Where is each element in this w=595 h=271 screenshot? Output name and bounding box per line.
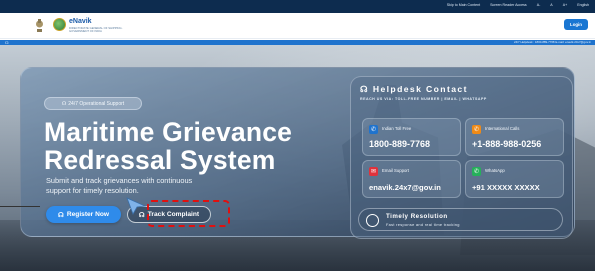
support-badge-label: 24/7 Operational Support [68, 100, 125, 107]
headset-icon: ☊ [61, 100, 67, 107]
tile-label: Indian Toll Free [382, 126, 412, 131]
whatsapp-icon: ✆ [472, 167, 481, 176]
tile-email-support[interactable]: ✉ Email Support enavik.24x7@gov.in [362, 160, 461, 198]
timely-resolution-card: Timely Resolution Fast response and real… [358, 208, 563, 231]
annotation-highlight-box [147, 200, 230, 227]
tile-value: 1800-889-7768 [369, 139, 431, 149]
register-now-button[interactable]: ☊ Register Now [46, 206, 121, 223]
language-select[interactable]: English [577, 3, 589, 7]
screen-reader-link[interactable]: Screen Reader Access [490, 3, 527, 7]
mail-icon: ✉ [369, 167, 378, 176]
annotation-pointer-line [0, 206, 40, 207]
tile-label: Email Support [382, 168, 409, 173]
helpdesk-title: ☊ Helpdesk Contact [360, 84, 468, 95]
headset-icon: ☊ [360, 84, 370, 94]
tile-label: WhatsApp [485, 168, 505, 173]
tile-value: +1-888-988-0256 [472, 139, 542, 149]
font-normal-button[interactable]: A [550, 3, 552, 7]
accessibility-bar: Skip to Main Content Screen Reader Acces… [0, 0, 595, 13]
page-title: Maritime Grievance Redressal System [44, 118, 344, 174]
login-button[interactable]: Login [564, 19, 588, 30]
national-emblem-icon [36, 19, 43, 32]
timely-description: Fast response and real time tracking [386, 222, 460, 227]
timely-title: Timely Resolution [386, 213, 448, 220]
tile-label: International Calls [485, 126, 520, 131]
hero-subtitle: Submit and track grievances with continu… [46, 176, 193, 195]
enavik-logo-icon [53, 18, 66, 31]
phone-icon: ✆ [472, 125, 481, 134]
helpdesk-title-text: Helpdesk Contact [372, 84, 468, 94]
title-line-1: Maritime Grievance [44, 117, 293, 147]
site-header: eNavik DIRECTORATE GENERAL OF SHIPPING ·… [0, 13, 595, 39]
clock-icon [366, 214, 379, 227]
brand-name[interactable]: eNavik [69, 18, 92, 25]
register-now-label: Register Now [66, 211, 109, 218]
font-increase-button[interactable]: A+ [563, 3, 568, 7]
cursor-arrow-icon [126, 197, 147, 215]
skip-to-content-link[interactable]: Skip to Main Content [447, 3, 480, 7]
tile-international-calls[interactable]: ✆ International Calls +1-888-988-0256 [465, 118, 564, 156]
title-line-2: Redressal System [44, 145, 276, 175]
phone-icon: ✆ [369, 125, 378, 134]
user-plus-icon: ☊ [58, 211, 64, 219]
tile-whatsapp[interactable]: ✆ WhatsApp +91 XXXXX XXXXX [465, 160, 564, 198]
font-decrease-button[interactable]: A- [537, 3, 541, 7]
support-badge: ☊ 24/7 Operational Support [44, 97, 142, 110]
helpdesk-subtitle: REACH US VIA: TOLL-FREE NUMBER | EMAIL |… [360, 97, 487, 101]
brand-subtitle: DIRECTORATE GENERAL OF SHIPPING · GOVERN… [69, 26, 124, 34]
tile-value: enavik.24x7@gov.in [369, 183, 441, 192]
tile-indian-toll-free[interactable]: ✆ Indian Toll Free 1800-889-7768 [362, 118, 461, 156]
tile-value: +91 XXXXX XXXXX [472, 183, 540, 192]
